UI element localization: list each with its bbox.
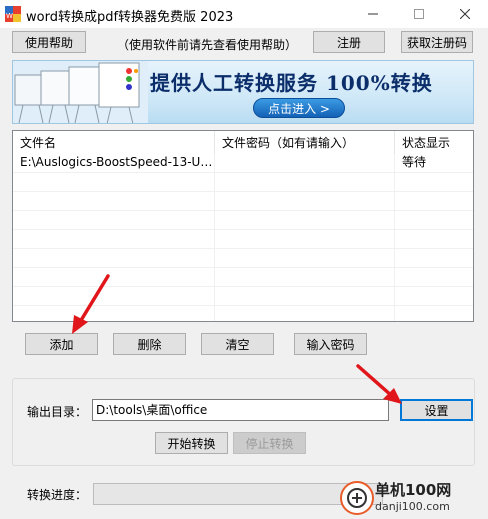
banner-headline: 提供人工转换服务 100%转换 [150,71,433,95]
get-code-button[interactable]: 获取注册码 [401,31,473,53]
output-dir-input[interactable]: D:\tools\桌面\office [92,399,389,421]
output-dir-label: 输出目录： [27,405,88,419]
title-bar[interactable]: W word转换成pdf转换器免费版 2023 [0,0,488,28]
help-button[interactable]: 使用帮助 [12,31,86,53]
window-title: word转换成pdf转换器免费版 2023 [26,10,234,25]
whiteboard-illustration [13,61,148,123]
banner-enter-button[interactable]: 点击进入 > [253,98,345,118]
delete-button[interactable]: 删除 [113,333,186,355]
stop-convert-button[interactable]: 停止转换 [233,432,306,454]
file-list[interactable]: 文件名 文件密码（如有请输入） 状态显示 E:\Auslogics-BoostS… [12,130,474,322]
table-row[interactable]: E:\Auslogics-BoostSpeed-13-User-Gui... 等… [13,154,473,173]
file-status-cell: 等待 [402,155,427,169]
file-name-cell: E:\Auslogics-BoostSpeed-13-User-Gui... [13,154,215,173]
site-watermark: 单机100网 danji100.com [338,476,488,519]
svg-text:W: W [6,12,13,20]
help-hint: （使用软件前请先查看使用帮助） [117,38,298,52]
column-header-status[interactable]: 状态显示 [395,131,473,154]
progress-label: 转换进度： [27,488,88,502]
maximize-icon [414,9,424,19]
register-button[interactable]: 注册 [313,31,385,53]
clear-button[interactable]: 清空 [201,333,274,355]
minimize-icon [368,13,378,15]
settings-button[interactable]: 设置 [400,399,473,421]
column-header-password[interactable]: 文件密码（如有请输入） [215,131,395,154]
close-button[interactable] [442,0,488,28]
add-button[interactable]: 添加 [25,333,98,355]
file-password-cell[interactable] [215,154,395,173]
input-password-button[interactable]: 输入密码 [294,333,367,355]
watermark-text: 单机100网 [375,481,452,499]
minimize-button[interactable] [350,0,396,28]
maximize-button[interactable] [396,0,442,28]
promo-banner[interactable]: 提供人工转换服务 100%转换 点击进入 > [12,60,474,124]
file-list-header: 文件名 文件密码（如有请输入） 状态显示 [13,131,473,154]
column-header-filename[interactable]: 文件名 [13,131,215,154]
watermark-url: danji100.com [375,500,450,513]
close-icon [460,9,470,19]
start-convert-button[interactable]: 开始转换 [155,432,228,454]
app-icon: W [5,6,21,22]
watermark-logo-icon [340,481,374,515]
